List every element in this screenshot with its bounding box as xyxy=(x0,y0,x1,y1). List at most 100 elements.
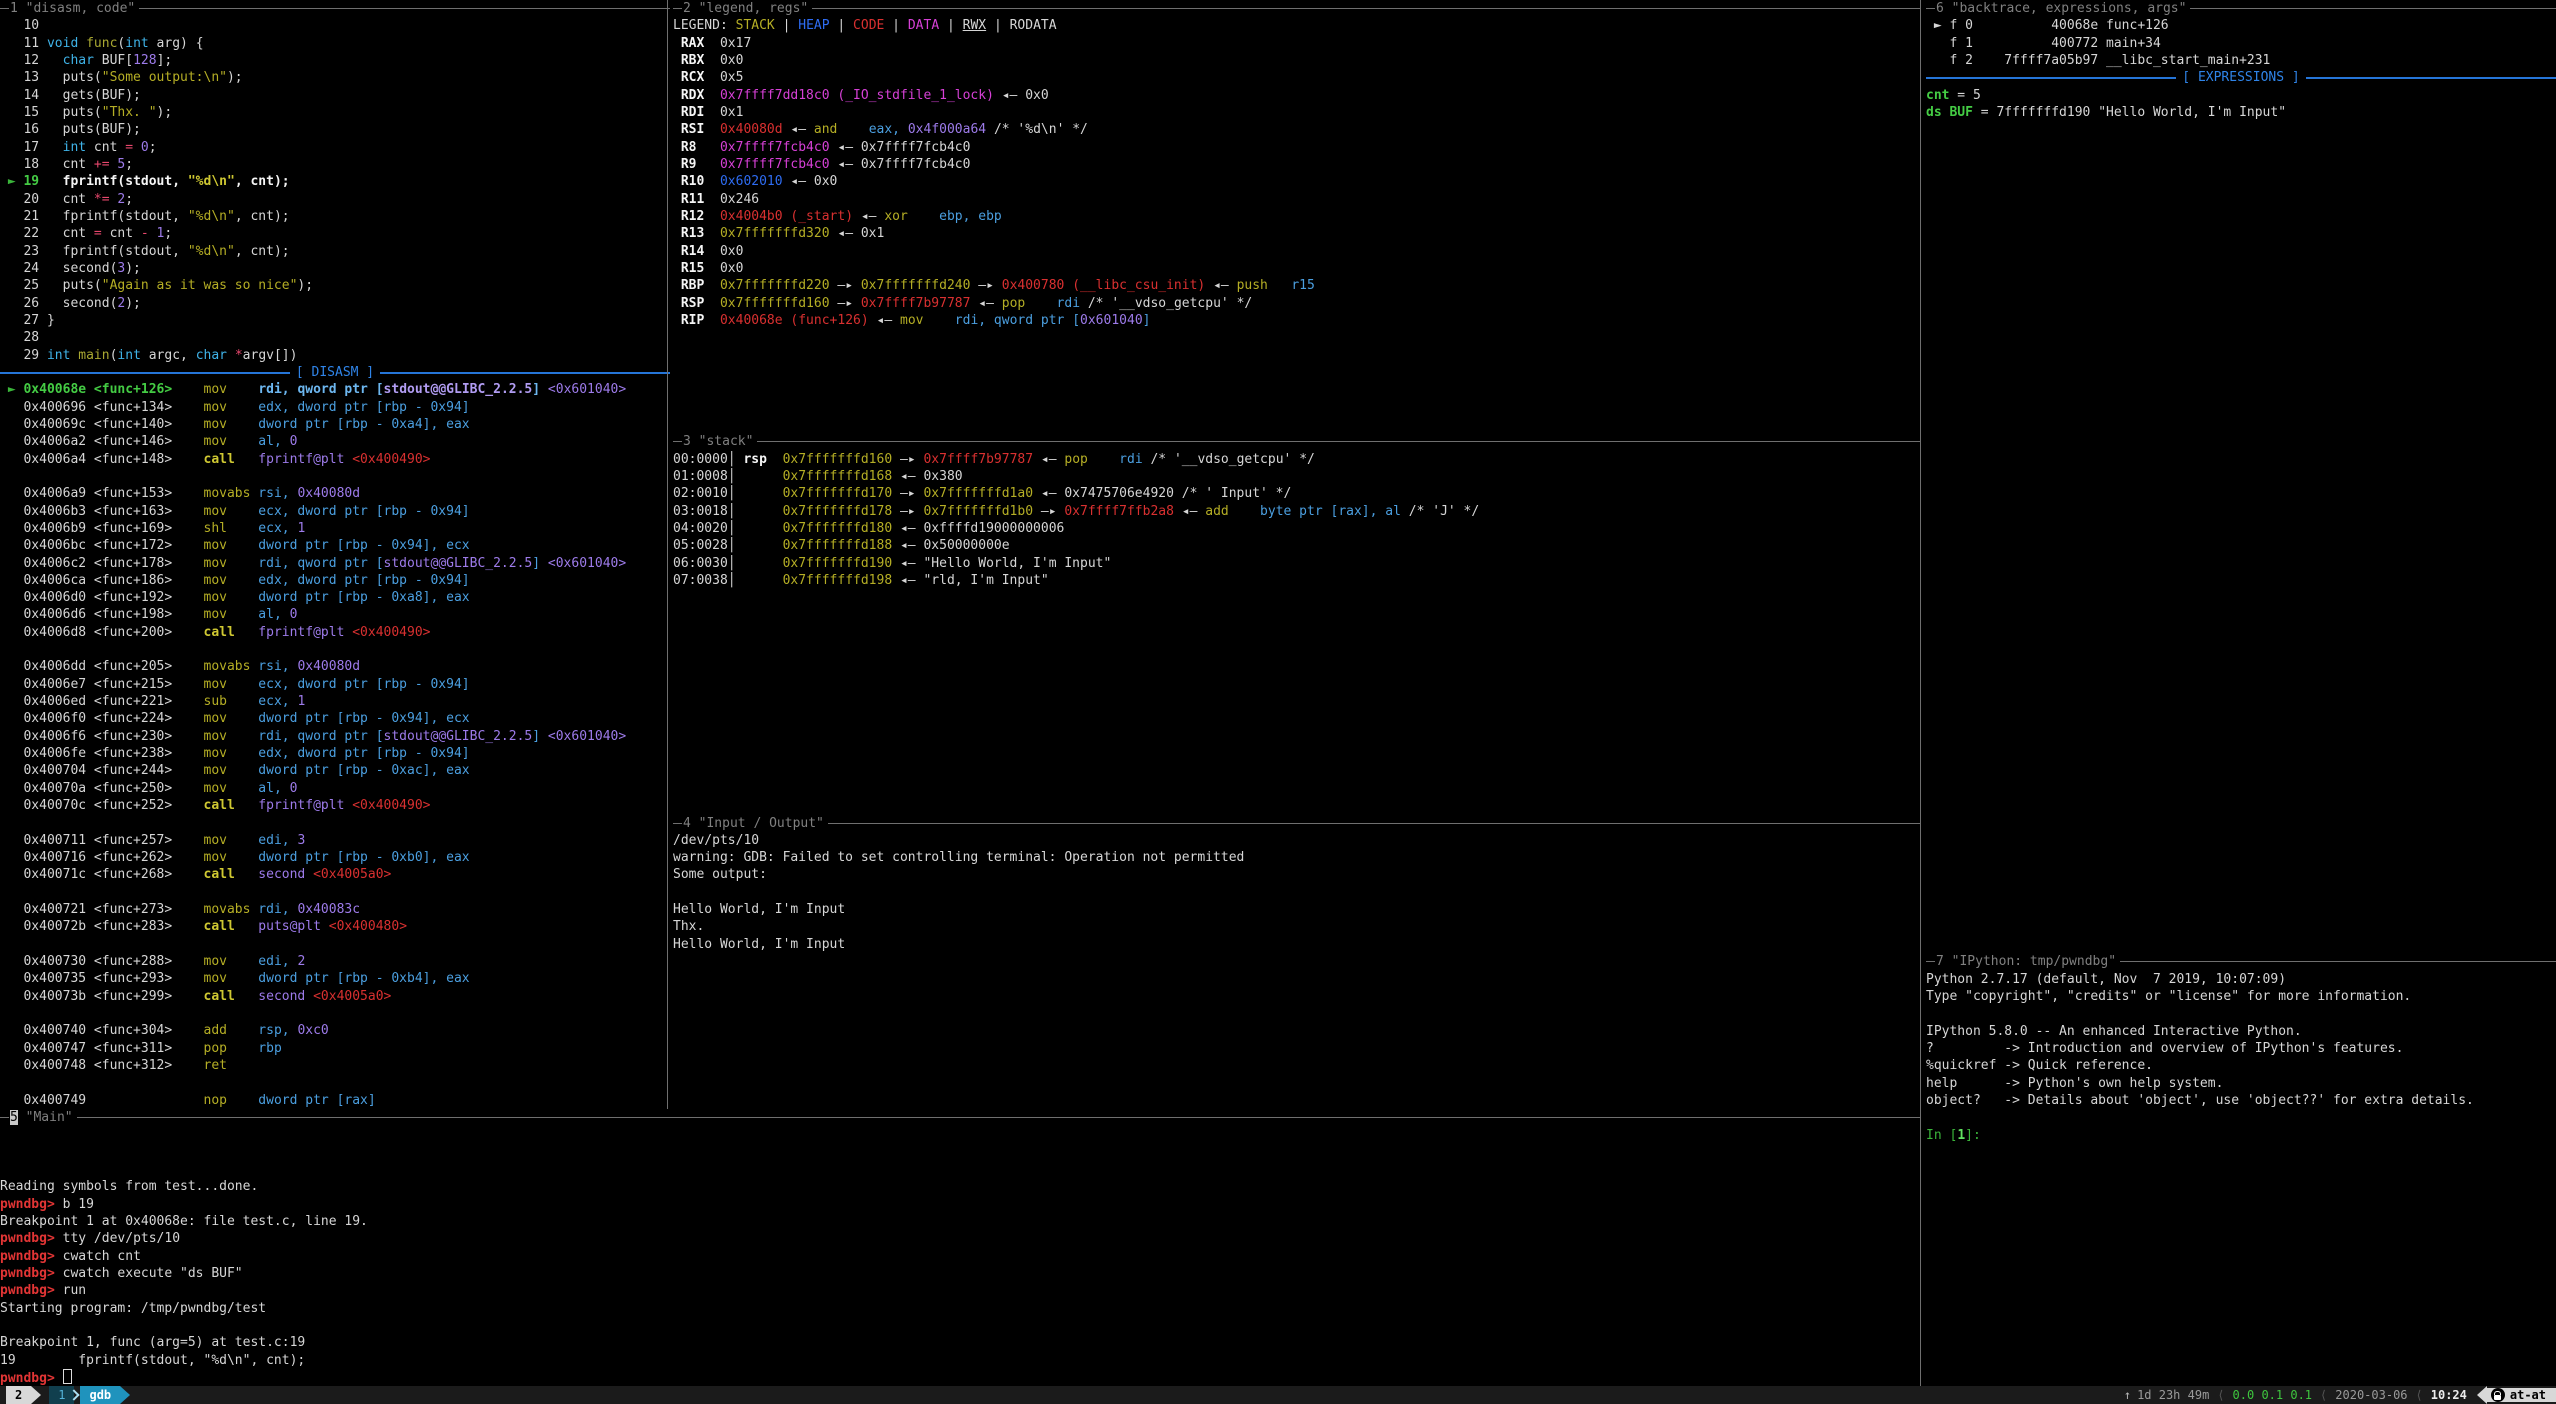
terminal-line: 0x4006c2 <func+178> mov rdi, qword ptr [… xyxy=(0,555,670,572)
blank-lines xyxy=(673,589,1920,814)
terminal-line xyxy=(1926,1005,2556,1022)
terminal-line: 15 puts("Thx. "); xyxy=(0,104,670,121)
separator-icon: ⟨ xyxy=(2217,1388,2224,1402)
terminal-line: 0x4006d0 <func+192> mov dword ptr [rbp -… xyxy=(0,589,670,606)
hostname-text: at-at xyxy=(2510,1388,2546,1402)
terminal-line xyxy=(0,468,670,485)
terminal-line: 12 char BUF[128]; xyxy=(0,52,670,69)
terminal-line: R10 0x602010 ◂— 0x0 xyxy=(673,173,1920,190)
hostname-badge: at-at xyxy=(2487,1388,2556,1402)
terminal-line: 26 second(2); xyxy=(0,295,670,312)
terminal-line: 27 } xyxy=(0,312,670,329)
terminal-line: ? -> Introduction and overview of IPytho… xyxy=(1926,1040,2556,1057)
terminal-line: IPython 5.8.0 -- An enhanced Interactive… xyxy=(1926,1023,2556,1040)
lock-icon xyxy=(2491,1388,2505,1402)
terminal-line: f 1 400772 main+34 xyxy=(1926,35,2556,52)
terminal-line: help -> Python's own help system. xyxy=(1926,1075,2556,1092)
terminal-line: ► f 0 40068e func+126 xyxy=(1926,17,2556,34)
pane-title: 4 "Input / Output" xyxy=(673,815,1920,832)
terminal-line: 0x400748 <func+312> ret xyxy=(0,1057,670,1074)
terminal-line: 13 puts("Some output:\n"); xyxy=(0,69,670,86)
terminal-line: 18 cnt += 5; xyxy=(0,156,670,173)
powerline-arrow-icon xyxy=(120,1386,130,1404)
terminal-line: 0x4006ca <func+186> mov edx, dword ptr [… xyxy=(0,572,670,589)
terminal-line: R8 0x7ffff7fcb4c0 ◂— 0x7ffff7fcb4c0 xyxy=(673,139,1920,156)
terminal-line: 0x400716 <func+262> mov dword ptr [rbp -… xyxy=(0,849,670,866)
terminal-line: RDX 0x7ffff7dd18c0 (_IO_stdfile_1_lock) … xyxy=(673,87,1920,104)
terminal-line: ► 19 fprintf(stdout, "%d\n", cnt); xyxy=(0,173,670,190)
terminal-line: Hello World, I'm Input xyxy=(673,901,1920,918)
terminal-line: 01:0008│ 0x7fffffffd168 ◂— 0x380 xyxy=(673,468,1920,485)
terminal-line xyxy=(0,1074,670,1091)
status-time: 10:24 xyxy=(2431,1388,2467,1402)
terminal-line: %quickref -> Quick reference. xyxy=(1926,1057,2556,1074)
terminal-line: 21 fprintf(stdout, "%d\n", cnt); xyxy=(0,208,670,225)
section-divider: [ DISASM ] xyxy=(0,364,670,381)
pane-title: 7 "IPython: tmp/pwndbg" xyxy=(1926,953,2556,970)
terminal-line: RSI 0x40080d ◂— and eax, 0x4f000a64 /* '… xyxy=(673,121,1920,138)
terminal-line: 20 cnt *= 2; xyxy=(0,191,670,208)
terminal-line: 0x4006a4 <func+148> call fprintf@plt <0x… xyxy=(0,451,670,468)
terminal-line: R12 0x4004b0 (_start) ◂— xor ebp, ebp xyxy=(673,208,1920,225)
terminal-line: Starting program: /tmp/pwndbg/test xyxy=(0,1300,1920,1317)
terminal-line xyxy=(0,1005,670,1022)
terminal-line: ds BUF = 7fffffffd190 "Hello World, I'm … xyxy=(1926,104,2556,121)
terminal-line: 03:0018│ 0x7fffffffd178 —▸ 0x7fffffffd1b… xyxy=(673,503,1920,520)
terminal-line: 0x4006b3 <func+163> mov ecx, dword ptr [… xyxy=(0,503,670,520)
terminal-line: 0x4006a9 <func+153> movabs rsi, 0x40080d xyxy=(0,485,670,502)
tmux-terminal-screen: 1 "disasm, code" 10 11 void func(int arg… xyxy=(0,0,2556,1404)
terminal-line: 24 second(3); xyxy=(0,260,670,277)
terminal-line: In [1]: xyxy=(1926,1127,2556,1144)
terminal-line: 04:0020│ 0x7fffffffd180 ◂— 0xffffd190000… xyxy=(673,520,1920,537)
session-badge[interactable]: 2 xyxy=(6,1386,31,1404)
terminal-line: 0x4006fe <func+238> mov edx, dword ptr [… xyxy=(0,745,670,762)
terminal-line: Breakpoint 1, func (arg=5) at test.c:19 xyxy=(0,1334,1920,1351)
terminal-line: 00:0000│ rsp 0x7fffffffd160 —▸ 0x7ffff7b… xyxy=(673,451,1920,468)
terminal-line: 0x40070a <func+250> mov al, 0 xyxy=(0,780,670,797)
terminal-line xyxy=(0,641,670,658)
terminal-line: 0x400740 <func+304> add rsp, 0xc0 xyxy=(0,1022,670,1039)
terminal-line: RSP 0x7fffffffd160 —▸ 0x7ffff7b97787 ◂— … xyxy=(673,295,1920,312)
terminal-line: Type "copyright", "credits" or "license"… xyxy=(1926,988,2556,1005)
terminal-line: object? -> Details about 'object', use '… xyxy=(1926,1092,2556,1109)
pane-main-gdb[interactable]: 5 "Main"Reading symbols from test...done… xyxy=(0,1109,1920,1387)
pane-title: 3 "stack" xyxy=(673,433,1920,450)
pane-border-vertical-left[interactable] xyxy=(667,0,668,1109)
terminal-line: Breakpoint 1 at 0x40068e: file test.c, l… xyxy=(0,1213,1920,1230)
terminal-line: pwndbg> b 19 xyxy=(0,1196,1920,1213)
terminal-line: 0x4006bc <func+172> mov dword ptr [rbp -… xyxy=(0,537,670,554)
terminal-line: 02:0010│ 0x7fffffffd170 —▸ 0x7fffffffd1a… xyxy=(673,485,1920,502)
terminal-line: pwndbg> cwatch execute "ds BUF" xyxy=(0,1265,1920,1282)
status-bar: 2 1 gdb ↑ 1d 23h 49m ⟨ 0.0 0.1 0.1 ⟨ 202… xyxy=(0,1386,2556,1404)
pane-title: 5 "Main" xyxy=(0,1109,1920,1126)
terminal-line: 25 puts("Again as it was so nice"); xyxy=(0,277,670,294)
terminal-line: 0x40069c <func+140> mov dword ptr [rbp -… xyxy=(0,416,670,433)
terminal-line: pwndbg> run xyxy=(0,1282,1920,1299)
panes-legend-regs-stack-io[interactable]: 2 "legend, regs"LEGEND: STACK | HEAP | C… xyxy=(673,0,1920,1109)
panes-backtrace-ipython[interactable]: 6 "backtrace, expressions, args" ► f 0 4… xyxy=(1926,0,2556,1387)
terminal-line: R11 0x246 xyxy=(673,191,1920,208)
separator-icon: ⟨ xyxy=(2320,1388,2327,1402)
separator-icon: ⟨ xyxy=(2416,1388,2423,1402)
terminal-line: 0x400704 <func+244> mov dword ptr [rbp -… xyxy=(0,762,670,779)
terminal-line: Python 2.7.17 (default, Nov 7 2019, 10:0… xyxy=(1926,971,2556,988)
terminal-line: /dev/pts/10 xyxy=(673,832,1920,849)
terminal-line xyxy=(0,936,670,953)
uptime-text: 1d 23h 49m xyxy=(2137,1388,2209,1402)
pane-disasm-code[interactable]: 1 "disasm, code" 10 11 void func(int arg… xyxy=(0,0,670,1109)
terminal-line xyxy=(0,1317,1920,1334)
terminal-line: 0x4006d8 <func+200> call fprintf@plt <0x… xyxy=(0,624,670,641)
terminal-line: LEGEND: STACK | HEAP | CODE | DATA | RWX… xyxy=(673,17,1920,34)
terminal-line xyxy=(673,884,1920,901)
terminal-line: R15 0x0 xyxy=(673,260,1920,277)
terminal-line: 17 int cnt = 0; xyxy=(0,139,670,156)
terminal-line: 11 void func(int arg) { xyxy=(0,35,670,52)
terminal-line: Hello World, I'm Input xyxy=(673,936,1920,953)
terminal-line: 0x4006d6 <func+198> mov al, 0 xyxy=(0,606,670,623)
terminal-line: pwndbg> tty /dev/pts/10 xyxy=(0,1230,1920,1247)
terminal-line: 16 puts(BUF); xyxy=(0,121,670,138)
window-tab-gdb[interactable]: gdb xyxy=(80,1386,120,1404)
pane-border-vertical-right[interactable] xyxy=(1920,0,1921,1387)
terminal-line: f 2 7ffff7a05b97 __libc_start_main+231 xyxy=(1926,52,2556,69)
pane-title: 1 "disasm, code" xyxy=(0,0,670,17)
